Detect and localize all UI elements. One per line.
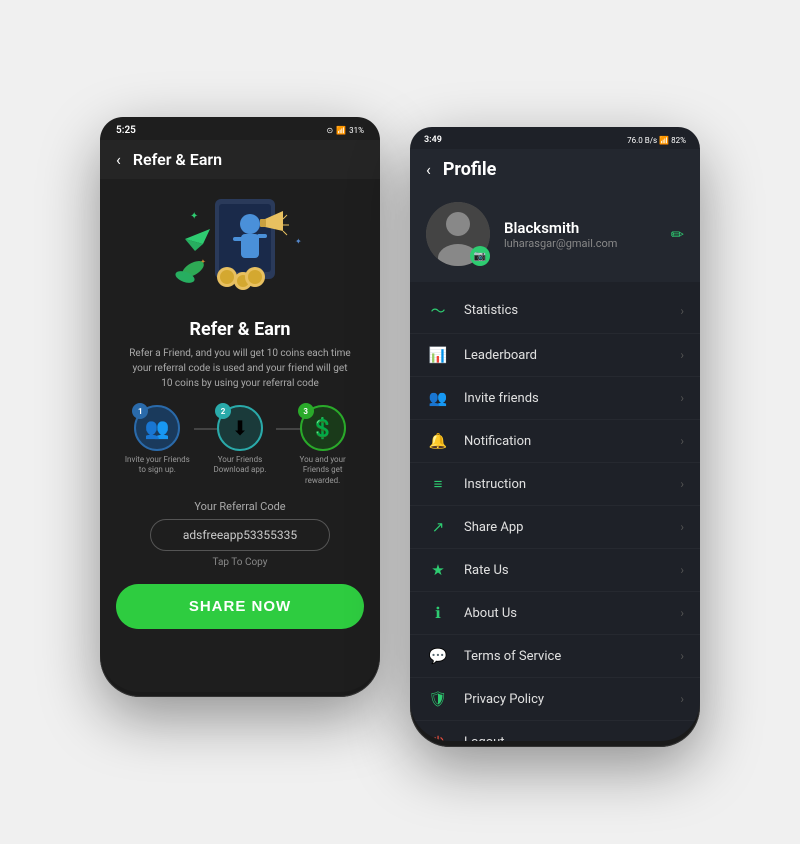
camera-badge[interactable]: 📷 xyxy=(470,246,490,266)
about-icon: ℹ xyxy=(426,604,450,622)
step-number-2: 2 xyxy=(215,403,231,419)
menu-label-about: About Us xyxy=(464,606,680,621)
rate-icon: ★ xyxy=(426,561,450,579)
menu-item-instruction[interactable]: ≡ Instruction › xyxy=(410,463,700,506)
edit-icon[interactable]: ✏ xyxy=(671,225,684,244)
menu-list: 〜 Statistics › 📊 Leaderboard › 👥 Invite … xyxy=(410,282,700,741)
menu-item-about[interactable]: ℹ About Us › xyxy=(410,592,700,635)
step-circle-1: 1 👥 xyxy=(134,405,180,451)
time-right: 3:49 xyxy=(424,135,442,145)
menu-label-rate: Rate Us xyxy=(464,563,680,578)
arrow-instruction: › xyxy=(680,477,684,491)
time-left: 5:25 xyxy=(116,125,136,136)
menu-item-terms[interactable]: 💬 Terms of Service › xyxy=(410,635,700,678)
step-1: 1 👥 Invite your Friends to sign up. xyxy=(122,405,192,476)
arrow-invite: › xyxy=(680,391,684,405)
step-2: 2 ⬇ Your Friends Download app. xyxy=(205,405,275,476)
profile-title: Profile xyxy=(443,159,497,180)
menu-item-privacy[interactable]: 🛡 Privacy Policy › xyxy=(410,678,700,721)
step-label-2: Your Friends Download app. xyxy=(205,455,275,476)
menu-label-leaderboard: Leaderboard xyxy=(464,348,680,363)
menu-item-share[interactable]: ↗ Share App › xyxy=(410,506,700,549)
svg-text:✦: ✦ xyxy=(295,237,302,246)
step-label-3: You and your Friends get rewarded. xyxy=(288,455,358,486)
leaderboard-icon: 📊 xyxy=(426,346,450,364)
terms-icon: 💬 xyxy=(426,647,450,665)
profile-header: ‹ Profile xyxy=(410,149,700,190)
referral-label: Your Referral Code xyxy=(194,500,285,513)
header-title-left: Refer & Earn xyxy=(133,150,222,169)
user-name: Blacksmith xyxy=(504,219,657,237)
arrow-about: › xyxy=(680,606,684,620)
menu-item-leaderboard[interactable]: 📊 Leaderboard › xyxy=(410,334,700,377)
notification-icon: 🔔 xyxy=(426,432,450,450)
user-email: luharasgar@gmail.com xyxy=(504,237,657,250)
step-circle-3: 3 💲 xyxy=(300,405,346,451)
arrow-privacy: › xyxy=(680,692,684,706)
step-label-1: Invite your Friends to sign up. xyxy=(122,455,192,476)
share-icon: ↗ xyxy=(426,518,450,536)
arrow-logout: › xyxy=(680,735,684,741)
menu-label-terms: Terms of Service xyxy=(464,649,680,664)
refer-illustration: ✦ ✦ ✦ xyxy=(165,189,315,309)
steps-row: 1 👥 Invite your Friends to sign up. 2 ⬇ … xyxy=(116,405,364,486)
instruction-icon: ≡ xyxy=(426,475,450,493)
referral-code: adsfreeapp53355335 xyxy=(183,528,297,542)
svg-text:✦: ✦ xyxy=(190,211,198,222)
menu-item-invite[interactable]: 👥 Invite friends › xyxy=(410,377,700,420)
back-button-left[interactable]: ‹ xyxy=(116,150,121,169)
phone-right: 3:49 76.0 B/s 📶 82% ‹ Profile xyxy=(410,127,700,747)
statistics-icon: 〜 xyxy=(426,300,450,321)
status-bar-left: 5:25 ⊙ 📶 31% xyxy=(100,117,380,140)
profile-user-section: 📷 Blacksmith luharasgar@gmail.com ✏ xyxy=(410,190,700,282)
arrow-notification: › xyxy=(680,434,684,448)
menu-label-statistics: Statistics xyxy=(464,303,680,318)
avatar-wrap: 📷 xyxy=(426,202,490,266)
menu-label-invite: Invite friends xyxy=(464,391,680,406)
arrow-share: › xyxy=(680,520,684,534)
step-circle-2: 2 ⬇ xyxy=(217,405,263,451)
arrow-terms: › xyxy=(680,649,684,663)
arrow-statistics: › xyxy=(680,304,684,318)
invite-icon: 👥 xyxy=(426,389,450,407)
menu-label-notification: Notification xyxy=(464,434,680,449)
user-info: Blacksmith luharasgar@gmail.com xyxy=(504,219,657,250)
logout-icon: ⏻ xyxy=(426,733,450,741)
menu-item-notification[interactable]: 🔔 Notification › xyxy=(410,420,700,463)
arrow-leaderboard: › xyxy=(680,348,684,362)
back-button-right[interactable]: ‹ xyxy=(426,160,431,179)
refer-desc: Refer a Friend, and you will get 10 coin… xyxy=(116,346,364,391)
share-now-button[interactable]: SHARE NOW xyxy=(116,584,364,629)
menu-item-rate[interactable]: ★ Rate Us › xyxy=(410,549,700,592)
phones-container: 5:25 ⊙ 📶 31% ‹ Refer & Earn xyxy=(100,97,700,747)
refer-title: Refer & Earn xyxy=(189,319,290,340)
header-left: ‹ Refer & Earn xyxy=(100,140,380,179)
menu-item-statistics[interactable]: 〜 Statistics › xyxy=(410,288,700,334)
menu-label-privacy: Privacy Policy xyxy=(464,692,680,707)
privacy-icon: 🛡 xyxy=(426,690,450,708)
menu-label-instruction: Instruction xyxy=(464,477,680,492)
step-number-3: 3 xyxy=(298,403,314,419)
menu-item-logout[interactable]: ⏻ Logout › xyxy=(410,721,700,741)
menu-label-share: Share App xyxy=(464,520,680,535)
phone-left: 5:25 ⊙ 📶 31% ‹ Refer & Earn xyxy=(100,117,380,697)
menu-label-logout: Logout xyxy=(464,735,680,742)
screen-right: ‹ Profile 📷 xyxy=(410,149,700,741)
tap-to-copy[interactable]: Tap To Copy xyxy=(213,557,268,568)
arrow-rate: › xyxy=(680,563,684,577)
step-3: 3 💲 You and your Friends get rewarded. xyxy=(288,405,358,486)
screen-left: ‹ Refer & Earn xyxy=(100,140,380,692)
status-bar-right: 3:49 76.0 B/s 📶 82% xyxy=(410,127,700,149)
referral-code-box[interactable]: adsfreeapp53355335 xyxy=(150,519,330,551)
refer-content: ✦ ✦ ✦ Refer & Earn Refer a Friend, and y… xyxy=(100,179,380,692)
